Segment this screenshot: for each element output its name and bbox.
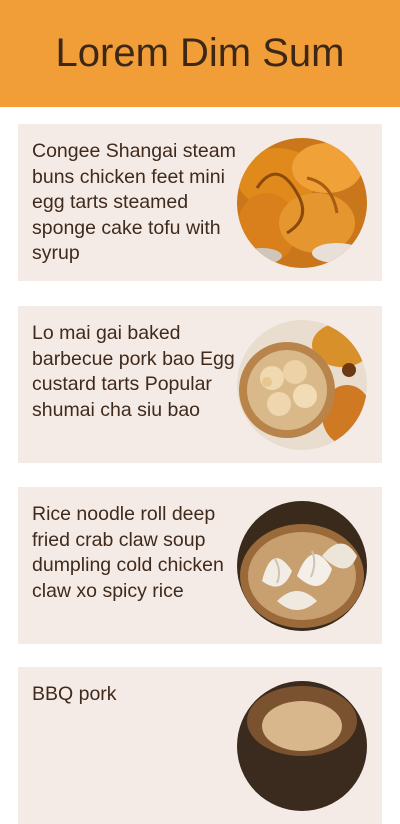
menu-card-description: Congee Shangai steam buns chicken feet m… <box>32 140 236 264</box>
menu-card[interactable]: Lo mai gai baked barbecue pork bao Egg c… <box>18 306 382 463</box>
app-header: Lorem Dim Sum <box>0 0 400 107</box>
soup-dumplings-photo <box>237 501 367 631</box>
menu-card[interactable]: Rice noodle roll deep fried crab claw so… <box>18 487 382 644</box>
menu-card-description: Lo mai gai baked barbecue pork bao Egg c… <box>32 322 235 421</box>
menu-card-description: Rice noodle roll deep fried crab claw so… <box>32 503 224 602</box>
fried-dumplings-photo <box>237 138 367 268</box>
page-title: Lorem Dim Sum <box>55 31 345 75</box>
menu-card[interactable]: Congee Shangai steam buns chicken feet m… <box>18 124 382 281</box>
menu-card[interactable]: BBQ pork <box>18 667 382 824</box>
steamer-buns-photo <box>237 320 367 450</box>
menu-card-description: BBQ pork <box>32 683 117 705</box>
bbq-pork-photo <box>237 681 367 811</box>
